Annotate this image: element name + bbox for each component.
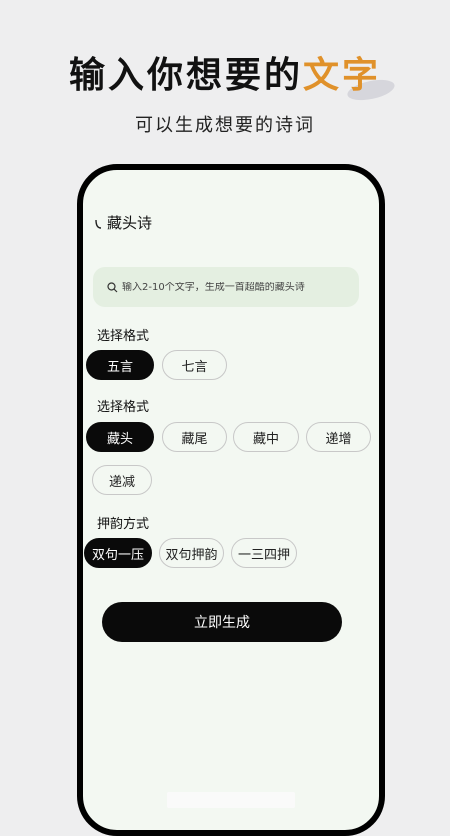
- chip-cangzhong[interactable]: 藏中: [233, 422, 299, 452]
- nav-title: 藏头诗: [107, 214, 153, 232]
- chip-cangtou[interactable]: 藏头: [86, 422, 154, 452]
- section-label-format-1: 选择格式: [97, 329, 150, 344]
- back-icon[interactable]: [93, 216, 103, 230]
- nav-bar: 藏头诗: [93, 212, 152, 233]
- section-label-rhyme: 押韵方式: [97, 517, 150, 532]
- headline: 输入你想要的文字: [0, 46, 450, 98]
- chip-shuangju-yiya[interactable]: 双句一压: [84, 538, 152, 568]
- phone-frame: 藏头诗 选择格式 五言 七言 选择格式 藏头 藏尾 藏中 递增 递减 押韵方式 …: [77, 164, 385, 836]
- chip-wuyan[interactable]: 五言: [86, 350, 154, 380]
- headline-highlight: 文字: [303, 55, 382, 96]
- generate-button[interactable]: 立即生成: [102, 602, 342, 642]
- chip-cangwei[interactable]: 藏尾: [162, 422, 227, 452]
- search-input[interactable]: [122, 281, 352, 293]
- chip-qiyan[interactable]: 七言: [162, 350, 227, 380]
- search-icon: [107, 278, 118, 297]
- subtitle: 可以生成想要的诗词: [135, 115, 315, 136]
- home-indicator: [167, 792, 295, 808]
- chip-yisansi-ya[interactable]: 一三四押: [231, 538, 297, 568]
- section-label-format-2: 选择格式: [97, 400, 150, 415]
- search-bar[interactable]: [93, 267, 359, 307]
- chip-shuangju-yayun[interactable]: 双句押韵: [159, 538, 224, 568]
- chip-dizeng[interactable]: 递增: [306, 422, 371, 452]
- headline-main: 输入你想要的: [68, 55, 303, 96]
- chip-dijian[interactable]: 递减: [92, 465, 152, 495]
